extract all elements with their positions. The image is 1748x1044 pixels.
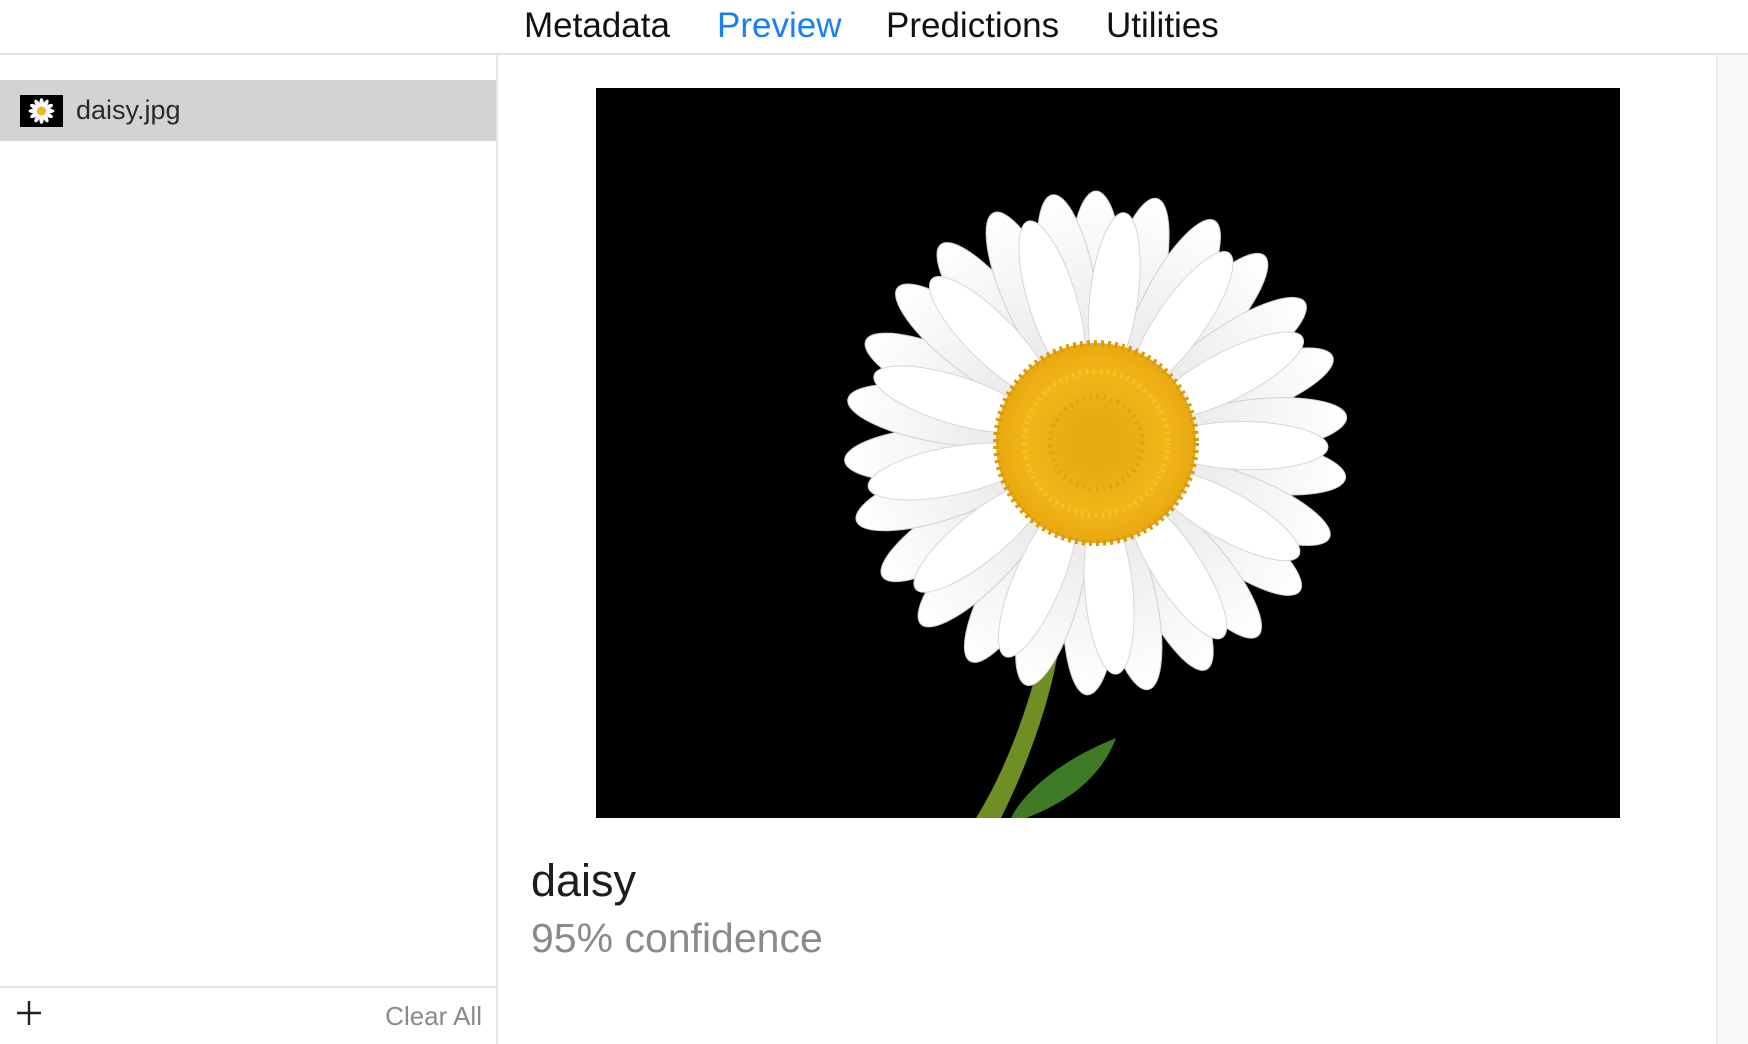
plus-icon[interactable]: [14, 998, 44, 1028]
sidebar-footer: Clear All: [0, 986, 496, 1044]
file-sidebar: daisy.jpg Clear All: [0, 55, 498, 1044]
file-name: daisy.jpg: [76, 95, 181, 125]
tab-preview[interactable]: Preview: [717, 4, 841, 48]
tab-bar: Metadata Preview Predictions Utilities: [0, 0, 1748, 55]
preview-panel: daisy 95% confidence: [498, 55, 1716, 1044]
clear-all-button[interactable]: Clear All: [385, 988, 482, 1044]
tab-utilities[interactable]: Utilities: [1106, 4, 1219, 48]
tab-metadata[interactable]: Metadata: [524, 4, 670, 48]
file-thumbnail: [20, 95, 63, 127]
right-scrollbar[interactable]: [1716, 55, 1748, 1044]
daisy-flower-image: [596, 88, 1620, 818]
prediction-label: daisy: [531, 855, 637, 906]
tab-predictions[interactable]: Predictions: [886, 4, 1059, 48]
file-list-item[interactable]: daisy.jpg: [0, 80, 496, 141]
prediction-confidence: 95% confidence: [531, 915, 823, 961]
